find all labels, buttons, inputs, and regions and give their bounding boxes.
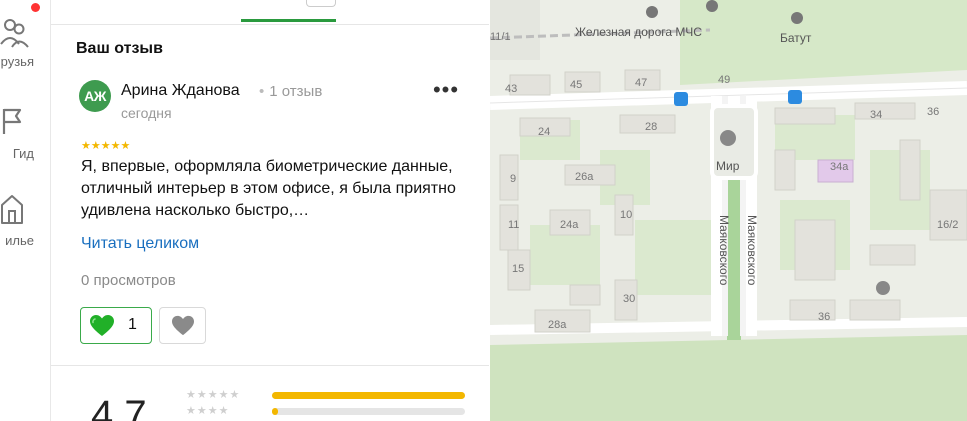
map-house-number: 24а bbox=[560, 219, 579, 231]
map-label-mir: Мир bbox=[716, 159, 740, 173]
map-house-number: 34 bbox=[870, 109, 882, 121]
map-house-number: 11/1 bbox=[490, 31, 511, 43]
review-date: сегодня bbox=[121, 105, 172, 121]
rating-row-stars: ★★★★ bbox=[186, 405, 230, 417]
review-stars: ★★★★★ bbox=[81, 140, 131, 152]
rating-row-4: ★★★★ bbox=[186, 405, 486, 417]
map-house-number: 45 bbox=[570, 79, 582, 91]
more-options-button[interactable]: ••• bbox=[431, 79, 461, 108]
rating-bar-track bbox=[272, 392, 465, 399]
friends-icon bbox=[0, 14, 30, 53]
map-label-street-2: Маяковского bbox=[745, 215, 759, 286]
tab-active-indicator bbox=[241, 19, 336, 22]
rail-label-housing: илье bbox=[5, 233, 34, 248]
avatar[interactable]: АЖ bbox=[79, 80, 111, 112]
map-house-number: 34а bbox=[830, 161, 849, 173]
review-panel: Ваш отзыв АЖ Арина Жданова • 1 отзыв сего… bbox=[51, 0, 489, 421]
left-rail: рузья Гид илье bbox=[0, 0, 51, 421]
views-count: 0 просмотров bbox=[81, 272, 176, 289]
tab-bar bbox=[51, 0, 489, 25]
rating-bar-fill bbox=[272, 392, 465, 399]
read-more-link[interactable]: Читать целиком bbox=[81, 235, 199, 253]
map-house-number: 15 bbox=[512, 263, 524, 275]
gray-heart-icon bbox=[171, 315, 195, 342]
rail-item-housing[interactable]: илье bbox=[0, 193, 50, 263]
map-house-number: 28а bbox=[548, 319, 567, 331]
author-review-count: • 1 отзыв bbox=[259, 83, 323, 100]
map-label-street-1: Маяковского bbox=[717, 215, 731, 286]
like-count: 1 bbox=[128, 316, 137, 333]
rail-item-friends[interactable]: рузья bbox=[0, 14, 50, 84]
notification-dot bbox=[31, 3, 40, 12]
like-button[interactable]: 1 bbox=[80, 307, 152, 344]
map-house-number: 16/2 bbox=[937, 219, 958, 231]
green-heart-icon bbox=[89, 314, 115, 343]
map-house-number: 24 bbox=[538, 126, 550, 138]
rail-label-guide: Гид bbox=[12, 146, 34, 161]
section-title: Ваш отзыв bbox=[76, 40, 163, 57]
map-label-batut: Батут bbox=[780, 31, 812, 45]
map-house-number: 49 bbox=[718, 74, 730, 86]
map-house-number: 47 bbox=[635, 77, 647, 89]
map-house-number: 28 bbox=[645, 121, 657, 133]
rating-row-stars: ★★★★★ bbox=[186, 389, 241, 401]
map-label-railway: Железная дорога МЧС bbox=[575, 25, 702, 39]
guide-flag-icon bbox=[0, 106, 30, 141]
rating-bar-track bbox=[272, 408, 465, 415]
rail-item-guide[interactable]: Гид bbox=[0, 106, 50, 176]
rail-label-friends: рузья bbox=[0, 54, 34, 69]
map-house-number: 36 bbox=[927, 106, 939, 118]
housing-icon bbox=[0, 193, 30, 232]
map-house-number: 36 bbox=[818, 311, 830, 323]
map-house-number: 11 bbox=[508, 219, 519, 231]
review-text: Я, впервые, оформляла биометрические дан… bbox=[81, 158, 456, 219]
tab-badge bbox=[306, 0, 336, 7]
rating-row-5: ★★★★★ bbox=[186, 389, 486, 401]
review-count-text: 1 отзыв bbox=[269, 83, 323, 100]
rating-bar-fill bbox=[272, 408, 278, 415]
map-house-number: 26а bbox=[575, 171, 594, 183]
section-divider bbox=[51, 365, 489, 366]
map-house-number: 43 bbox=[505, 83, 517, 95]
map-house-number: 30 bbox=[623, 293, 635, 305]
average-rating: 4,7 bbox=[91, 393, 147, 421]
dislike-button[interactable] bbox=[159, 307, 206, 344]
map-house-number: 9 bbox=[510, 173, 516, 185]
map-house-number: 10 bbox=[620, 209, 632, 221]
author-name[interactable]: Арина Жданова bbox=[121, 82, 240, 100]
map-view[interactable]: Железная дорога МЧС Батут Мир Маяковског… bbox=[490, 0, 967, 421]
